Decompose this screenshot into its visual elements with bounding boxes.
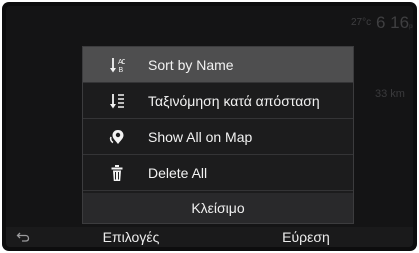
back-button[interactable] xyxy=(6,227,50,247)
sort-distance-icon xyxy=(110,94,124,109)
close-button[interactable]: Κλείσιμο xyxy=(83,193,353,223)
trash-icon xyxy=(111,165,123,181)
options-menu: A C B Sort by Name Ταξινόμηση κατά απόστ… xyxy=(82,46,354,224)
sort-alpha-icon: A C B xyxy=(110,58,126,74)
bottom-bar: Επιλογές Εύρεση xyxy=(6,227,413,247)
menu-item-label: Show All on Map xyxy=(148,129,253,145)
menu-item-label: Delete All xyxy=(148,165,208,181)
svg-text:B: B xyxy=(119,67,124,74)
menu-item-sort-by-name[interactable]: A C B Sort by Name xyxy=(83,47,353,83)
options-tab[interactable]: Επιλογές xyxy=(81,227,181,247)
back-arrow-icon xyxy=(16,232,30,242)
menu-item-sort-by-distance[interactable]: Ταξινόμηση κατά απόσταση xyxy=(83,83,353,119)
menu-item-show-all-on-map[interactable]: Show All on Map xyxy=(83,119,353,155)
svg-text:C: C xyxy=(122,59,126,66)
search-tab[interactable]: Εύρεση xyxy=(251,227,361,247)
clock: 6 16pm xyxy=(376,13,413,33)
temperature-readout: 27°c xyxy=(351,17,372,28)
menu-item-label: Ταξινόμηση κατά απόσταση xyxy=(148,93,320,109)
map-pin-icon xyxy=(109,130,124,144)
clock-time: 6 16 xyxy=(376,13,410,32)
clock-ampm: pm xyxy=(409,24,413,30)
device-frame: 27°c 6 16pm 33 km A C B Sort by Name xyxy=(2,2,417,251)
screen: 27°c 6 16pm 33 km A C B Sort by Name xyxy=(6,6,413,247)
menu-item-label: Sort by Name xyxy=(148,57,234,73)
menu-item-delete-all[interactable]: Delete All xyxy=(83,155,353,191)
distance-readout: 33 km xyxy=(375,88,405,100)
